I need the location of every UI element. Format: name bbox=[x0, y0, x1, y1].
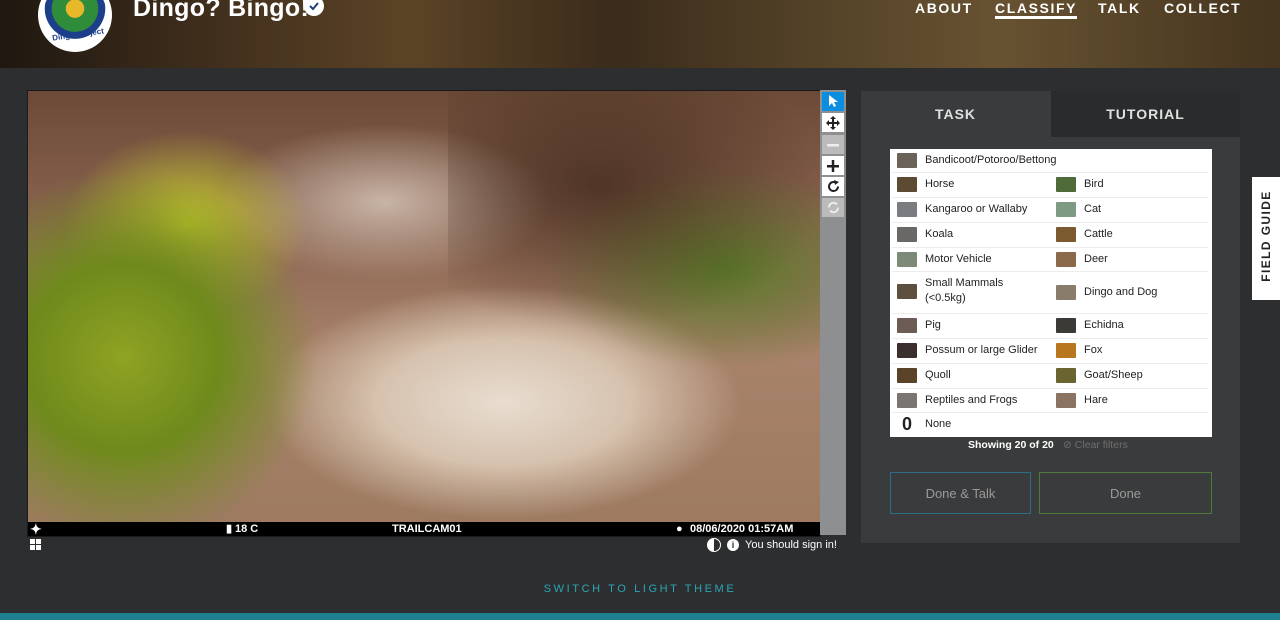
choice-fox[interactable]: Fox bbox=[1056, 338, 1102, 362]
none-zero-icon: 0 bbox=[901, 413, 912, 434]
small-mammals-thumbnail bbox=[897, 283, 917, 299]
footer-stripe bbox=[0, 613, 1280, 620]
switch-theme-link[interactable]: SWITCH TO LIGHT THEME bbox=[0, 583, 1280, 595]
project-title[interactable]: Dingo? Bingo! bbox=[133, 0, 309, 23]
camera-brand-icon: ✦ bbox=[30, 521, 42, 537]
thermometer-icon: ▮ bbox=[226, 523, 233, 535]
possum-thumbnail bbox=[897, 342, 917, 358]
subject-image-viewer[interactable]: ✦ ▮ 18 C TRAILCAM01 ● 08/06/2020 01:57AM bbox=[27, 90, 821, 537]
choice-kangaroo[interactable]: Kangaroo or Wallaby bbox=[897, 197, 1027, 221]
choice-bandicoot[interactable]: Bandicoot/Potoroo/Bettong bbox=[897, 148, 1056, 172]
choice-none[interactable]: 0 None bbox=[897, 412, 951, 436]
choice-dingo[interactable]: Dingo and Dog bbox=[1056, 280, 1157, 304]
camera-datetime: 08/06/2020 01:57AM bbox=[690, 523, 794, 535]
camera-info-bar: ✦ ▮ 18 C TRAILCAM01 ● 08/06/2020 01:57AM bbox=[28, 522, 820, 536]
koala-thumbnail bbox=[897, 226, 917, 242]
choice-hare[interactable]: Hare bbox=[1056, 388, 1108, 412]
quoll-thumbnail bbox=[897, 367, 917, 383]
choice-horse[interactable]: Horse bbox=[897, 172, 954, 196]
move-icon[interactable] bbox=[822, 113, 844, 132]
contrast-icon[interactable] bbox=[707, 538, 721, 552]
choice-goat-sheep[interactable]: Goat/Sheep bbox=[1056, 363, 1143, 387]
species-choice-list: Bandicoot/Potoroo/Bettong Horse Kangaroo… bbox=[890, 149, 1212, 437]
pointer-icon[interactable] bbox=[822, 92, 844, 111]
choice-deer[interactable]: Deer bbox=[1056, 247, 1108, 271]
moon-phase-icon: ● bbox=[676, 523, 683, 535]
goat-sheep-thumbnail bbox=[1056, 367, 1076, 383]
fox-thumbnail bbox=[1056, 342, 1076, 358]
info-icon[interactable]: i bbox=[727, 539, 739, 551]
nav-talk[interactable]: TALK bbox=[1098, 0, 1141, 16]
viewer-toolbar bbox=[820, 90, 846, 535]
dingo-thumbnail bbox=[1056, 284, 1076, 300]
camera-temperature: 18 C bbox=[235, 523, 259, 535]
zoom-out-icon[interactable] bbox=[822, 135, 844, 154]
choice-cat[interactable]: Cat bbox=[1056, 197, 1101, 221]
choice-cattle[interactable]: Cattle bbox=[1056, 222, 1113, 246]
hare-thumbnail bbox=[1056, 392, 1076, 408]
reset-icon[interactable] bbox=[822, 198, 844, 217]
rotate-icon[interactable] bbox=[822, 177, 844, 196]
kangaroo-thumbnail bbox=[897, 201, 917, 217]
nav-collect[interactable]: COLLECT bbox=[1164, 0, 1241, 16]
tab-task[interactable]: TASK bbox=[861, 91, 1050, 137]
camera-trap-image bbox=[28, 91, 820, 536]
bird-thumbnail bbox=[1056, 176, 1076, 192]
signin-message[interactable]: You should sign in! bbox=[745, 539, 837, 551]
nav-about[interactable]: ABOUT bbox=[915, 0, 973, 16]
deer-thumbnail bbox=[1056, 251, 1076, 267]
reptiles-thumbnail bbox=[897, 392, 917, 408]
clear-filters-link[interactable]: ⊘ Clear filters bbox=[1063, 439, 1128, 451]
layout-grid-icon[interactable] bbox=[30, 539, 42, 551]
echidna-thumbnail bbox=[1056, 317, 1076, 333]
field-guide-tab[interactable]: FIELD GUIDE bbox=[1252, 177, 1280, 300]
done-button[interactable]: Done bbox=[1039, 472, 1212, 514]
choice-small-mammals[interactable]: Small Mammals (<0.5kg) bbox=[897, 273, 1045, 309]
zoom-in-icon[interactable] bbox=[822, 156, 844, 175]
choice-koala[interactable]: Koala bbox=[897, 222, 953, 246]
viewer-meta-row: i You should sign in! bbox=[707, 538, 837, 552]
choice-reptiles[interactable]: Reptiles and Frogs bbox=[897, 388, 1017, 412]
choice-pig[interactable]: Pig bbox=[897, 313, 941, 337]
choice-echidna[interactable]: Echidna bbox=[1056, 313, 1124, 337]
camera-name: TRAILCAM01 bbox=[392, 523, 462, 535]
choice-possum[interactable]: Possum or large Glider bbox=[897, 338, 1038, 362]
choice-quoll[interactable]: Quoll bbox=[897, 363, 951, 387]
cat-thumbnail bbox=[1056, 201, 1076, 217]
choice-motor-vehicle[interactable]: Motor Vehicle bbox=[897, 247, 992, 271]
showing-count: Showing 20 of 20 bbox=[968, 439, 1054, 451]
horse-thumbnail bbox=[897, 176, 917, 192]
done-and-talk-button[interactable]: Done & Talk bbox=[890, 472, 1031, 514]
choice-bird[interactable]: Bird bbox=[1056, 172, 1104, 196]
pig-thumbnail bbox=[897, 317, 917, 333]
cattle-thumbnail bbox=[1056, 226, 1076, 242]
nav-classify[interactable]: CLASSIFY bbox=[995, 0, 1078, 19]
motor-vehicle-thumbnail bbox=[897, 251, 917, 267]
bandicoot-thumbnail bbox=[897, 152, 917, 168]
tab-tutorial[interactable]: TUTORIAL bbox=[1051, 91, 1240, 137]
field-guide-label: FIELD GUIDE bbox=[1259, 190, 1273, 282]
